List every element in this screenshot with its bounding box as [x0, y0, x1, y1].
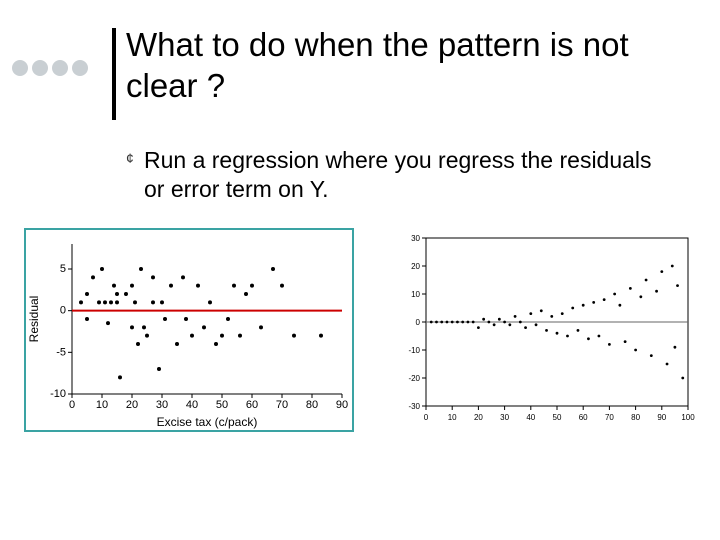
svg-text:100: 100: [681, 413, 695, 422]
svg-text:0: 0: [424, 413, 429, 422]
dot-icon: [72, 60, 88, 76]
chart-left: 0 10 20 30 40 50 60 70 80 90 -10 -5 0 5 Excise tax (c/…: [24, 228, 354, 432]
bullet-item: ¢ Run a regression where you regress the…: [126, 146, 666, 204]
svg-text:80: 80: [631, 413, 640, 422]
svg-text:0: 0: [69, 399, 75, 411]
svg-text:10: 10: [96, 399, 108, 411]
svg-text:-20: -20: [408, 374, 420, 383]
svg-text:30: 30: [411, 234, 420, 243]
svg-text:-30: -30: [408, 402, 420, 411]
svg-text:70: 70: [605, 413, 614, 422]
svg-text:80: 80: [306, 399, 318, 411]
svg-text:90: 90: [336, 399, 348, 411]
svg-text:20: 20: [126, 399, 138, 411]
svg-text:10: 10: [448, 413, 457, 422]
svg-text:0: 0: [60, 305, 66, 317]
bullet-mark-icon: ¢: [126, 146, 144, 204]
svg-text:40: 40: [186, 399, 198, 411]
svg-text:50: 50: [216, 399, 228, 411]
svg-text:60: 60: [246, 399, 258, 411]
chart-right: 0 10 20 30 40 50 60 70 80 90 100 -30 -20 -10 0 10 20 30: [398, 228, 698, 426]
svg-text:-5: -5: [56, 346, 66, 358]
svg-text:50: 50: [553, 413, 562, 422]
svg-text:30: 30: [500, 413, 509, 422]
svg-text:90: 90: [657, 413, 666, 422]
dot-icon: [32, 60, 48, 76]
svg-text:5: 5: [60, 263, 66, 275]
decor-dots: [12, 60, 88, 76]
svg-text:-10: -10: [408, 346, 420, 355]
svg-text:60: 60: [579, 413, 588, 422]
title-divider: [112, 28, 116, 120]
dot-icon: [52, 60, 68, 76]
svg-text:70: 70: [276, 399, 288, 411]
svg-text:20: 20: [474, 413, 483, 422]
svg-text:20: 20: [411, 262, 420, 271]
svg-text:Excise tax (c/pack): Excise tax (c/pack): [157, 415, 258, 429]
slide-title: What to do when the pattern is not clear…: [126, 24, 686, 107]
svg-text:0: 0: [416, 318, 421, 327]
dot-icon: [12, 60, 28, 76]
svg-text:10: 10: [411, 290, 420, 299]
svg-text:-10: -10: [50, 388, 66, 400]
bullet-text: Run a regression where you regress the r…: [144, 146, 666, 204]
svg-text:40: 40: [526, 413, 535, 422]
svg-text:30: 30: [156, 399, 168, 411]
svg-text:Residual: Residual: [27, 296, 41, 343]
